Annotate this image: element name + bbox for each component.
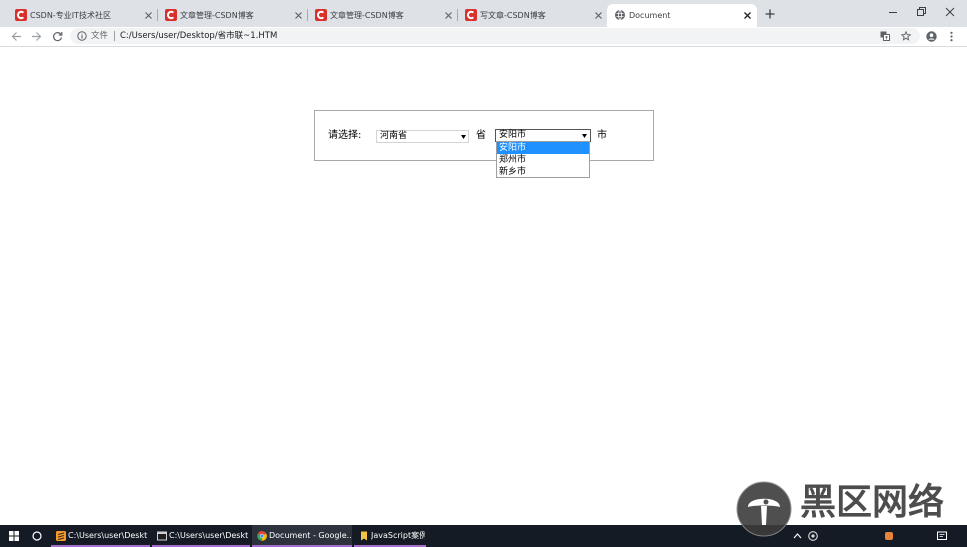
csdn-icon: [315, 9, 327, 21]
tab-write-article[interactable]: 写文章-CSDN博客: [458, 4, 608, 27]
tab-title: CSDN-专业IT技术社区: [30, 11, 111, 20]
province-select-value: 河南省: [380, 131, 408, 141]
tab-title: Document: [629, 11, 671, 20]
address-scheme-label: 文件: [91, 31, 109, 41]
tab-document[interactable]: Document: [607, 4, 757, 27]
close-icon[interactable]: [444, 11, 453, 20]
address-separator: [114, 31, 115, 41]
city-dropdown-list: 安阳市 郑州市 新乡市: [496, 141, 590, 178]
chrome-icon: [257, 531, 267, 541]
chevron-down-icon: [461, 135, 466, 139]
close-icon[interactable]: [594, 11, 603, 20]
tab-title: 文章管理-CSDN博客: [330, 11, 404, 20]
tray-colored-icon[interactable]: [884, 531, 894, 541]
close-icon[interactable]: [743, 11, 752, 20]
notification-icon[interactable]: [937, 531, 947, 541]
csdn-icon: [15, 9, 27, 21]
tab-strip: CSDN-专业IT技术社区 文章管理-CSDN博客 文章管理-CSDN博客 写文…: [0, 0, 967, 27]
close-icon[interactable]: [144, 11, 153, 20]
chevron-up-icon[interactable]: [793, 532, 802, 540]
more-menu-icon[interactable]: [946, 31, 957, 42]
reload-icon[interactable]: [52, 31, 63, 42]
address-url[interactable]: C:/Users/user/Desktop/省市联~1.HTM: [120, 30, 277, 42]
minimize-window-button[interactable]: [886, 6, 900, 18]
bookmark-star-icon[interactable]: [901, 31, 911, 41]
folder-icon: [359, 531, 369, 541]
taskbar-item-label: Document - Google...: [269, 531, 351, 540]
globe-icon: [614, 9, 626, 21]
city-unit-label: 市: [597, 130, 607, 141]
province-unit-label: 省: [476, 130, 486, 141]
new-tab-button[interactable]: [764, 8, 776, 20]
chevron-down-icon: [582, 134, 587, 138]
info-icon[interactable]: [77, 31, 87, 41]
taskbar-item-folder[interactable]: JavaScript案例: [354, 525, 426, 547]
back-arrow-icon[interactable]: [11, 31, 22, 42]
restore-window-button[interactable]: [914, 6, 928, 18]
forward-arrow-icon[interactable]: [31, 31, 42, 42]
province-select[interactable]: 河南省: [376, 130, 469, 143]
mushroom-logo-icon: [736, 481, 792, 537]
address-bar[interactable]: 文件 C:/Users/user/Desktop/省市联~1.HTM: [70, 28, 920, 44]
taskbar-item-label: C:\Users\user\Deskt...: [68, 531, 148, 540]
city-option[interactable]: 安阳市: [497, 142, 589, 154]
city-option[interactable]: 郑州市: [497, 154, 589, 166]
city-select-value: 安阳市: [499, 130, 527, 140]
tab-article-manage-1[interactable]: 文章管理-CSDN博客: [158, 4, 308, 27]
close-window-button[interactable]: [943, 6, 957, 18]
watermark-text: 黑区网络: [800, 482, 945, 523]
translate-icon[interactable]: [880, 31, 890, 41]
account-icon[interactable]: [926, 31, 937, 42]
search-icon[interactable]: [32, 531, 42, 541]
taskbar-item-label: C:\Users\user\Deskt...: [169, 531, 249, 540]
prompt-label: 请选择:: [328, 130, 362, 141]
taskbar-item-sublime[interactable]: C:\Users\user\Deskt...: [51, 525, 150, 547]
taskbar-item-console[interactable]: C:\Users\user\Deskt...: [152, 525, 250, 547]
sublime-icon: [56, 531, 66, 541]
close-icon[interactable]: [294, 11, 303, 20]
tab-article-manage-2[interactable]: 文章管理-CSDN博客: [308, 4, 458, 27]
city-option[interactable]: 新乡市: [497, 166, 589, 178]
tray-app-icon[interactable]: [808, 531, 818, 541]
region-select-form: 请选择: 河南省 省 安阳市 市: [314, 110, 654, 161]
windows-taskbar: C:\Users\user\Deskt... C:\Users\user\Des…: [0, 525, 967, 547]
browser-toolbar: 文件 C:/Users/user/Desktop/省市联~1.HTM: [0, 27, 967, 47]
windows-start-icon[interactable]: [9, 531, 19, 541]
taskbar-item-chrome[interactable]: Document - Google...: [252, 525, 352, 547]
csdn-icon: [465, 9, 477, 21]
taskbar-item-label: JavaScript案例: [371, 531, 425, 540]
csdn-icon: [165, 9, 177, 21]
console-icon: [157, 531, 167, 541]
tab-csdn-home[interactable]: CSDN-专业IT技术社区: [8, 4, 158, 27]
tab-title: 写文章-CSDN博客: [480, 11, 546, 20]
tab-title: 文章管理-CSDN博客: [180, 11, 254, 20]
